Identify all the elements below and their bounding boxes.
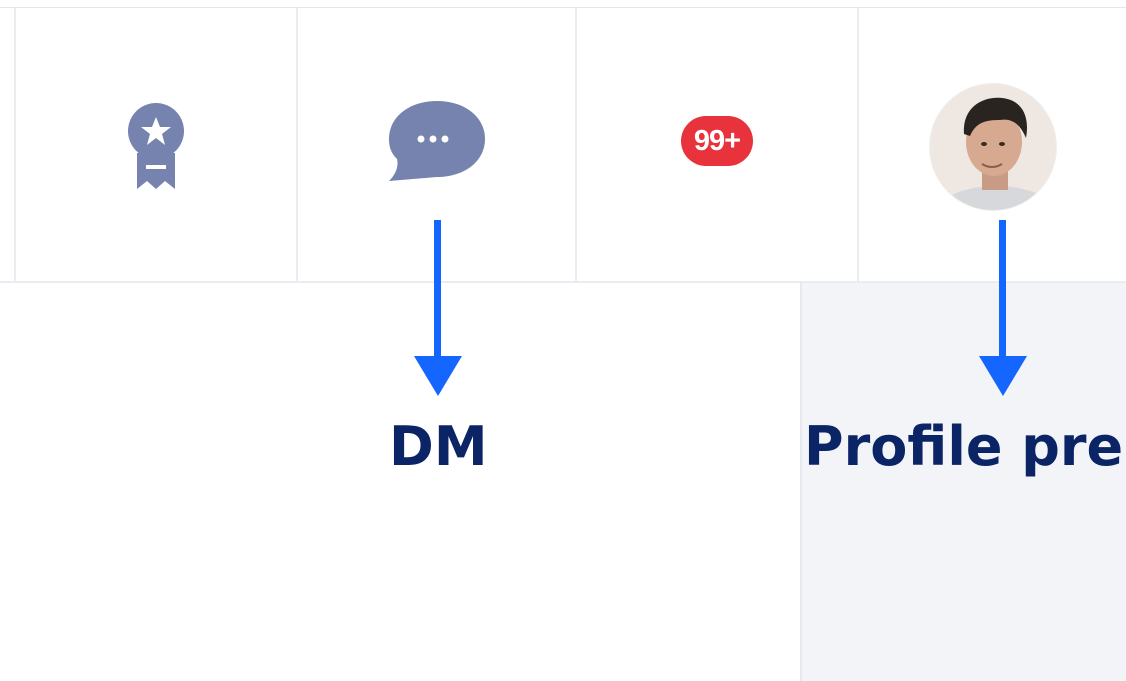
header-toolbar: 99+ xyxy=(0,8,1126,283)
window-top-border xyxy=(0,0,1126,8)
chat-bubble-icon xyxy=(382,88,492,198)
profile-arrow xyxy=(979,220,1027,396)
toolbar-cell-leading xyxy=(0,8,16,281)
profile-callout-label: Profile pre xyxy=(804,415,1124,478)
dm-arrow xyxy=(414,220,462,396)
screenshot-stage: 99+ DM Profile pre xyxy=(0,0,1126,681)
achievements-button[interactable] xyxy=(16,8,298,281)
dm-callout-label: DM xyxy=(389,415,488,478)
notification-count-badge: 99+ xyxy=(681,116,753,166)
avatar xyxy=(929,84,1056,210)
notifications-button[interactable]: 99+ xyxy=(577,8,859,281)
content-side-panel xyxy=(800,283,1126,681)
award-ribbon-icon xyxy=(101,88,211,198)
